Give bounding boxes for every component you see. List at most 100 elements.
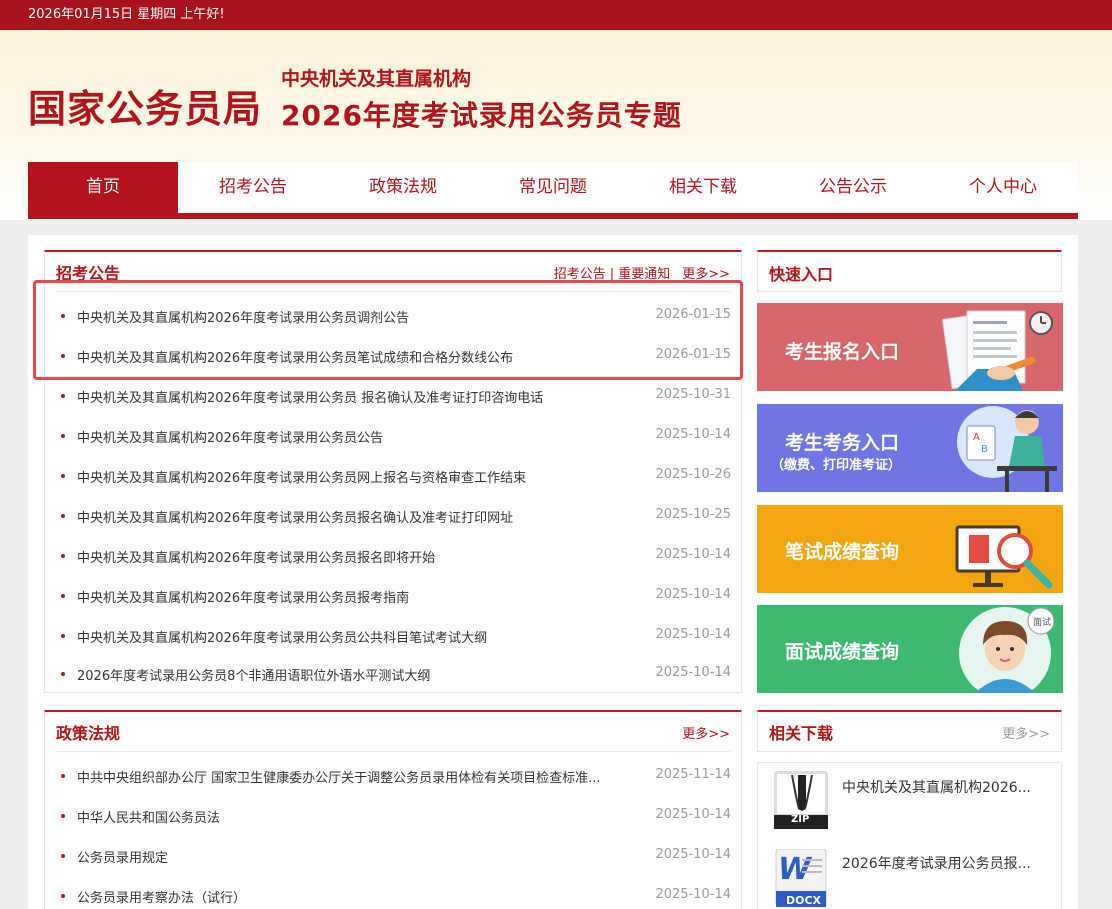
item-title[interactable]: 中央机关及其直属机构2026年度考试录用公务员网上报名与资格审查工作结束 [77,467,526,486]
header-subtitle-org: 中央机关及其直属机构 [281,68,472,90]
bullet-icon [61,894,65,898]
item-title[interactable]: 中央机关及其直属机构2026年度考试录用公务员调剂公告 [77,307,409,326]
bullet-icon [61,314,65,318]
list-item[interactable]: 中共中央组织部办公厅 国家卫生健康委办公厅关于调整公务员录用体检有关项目检查标准… [45,756,741,796]
notices-panel: 招考公告 招考公告 | 重要通知 更多>> 中央机关及其直属机构2026年度考试录用公… [44,250,742,693]
bullet-icon [61,474,65,478]
date-greeting: 2026年01月15日 星期四 上午好! [28,7,225,22]
bullet-icon [61,634,65,638]
policy-title: 政策法规 [56,724,121,743]
svg-text:B: B [981,444,988,455]
list-item[interactable]: 公务员录用考察办法（试行） 2025-10-14 [45,876,741,909]
download-name[interactable]: 2026年度考试录用公务员报... [842,853,1031,873]
bullet-icon [61,394,65,398]
item-title[interactable]: 2026年度考试录用公务员8个非通用语职位外语水平测试大纲 [77,665,430,684]
download-name[interactable]: 中央机关及其直属机构2026... [842,777,1031,797]
bullet-icon [61,814,65,818]
item-date: 2025-10-14 [655,547,731,562]
list-item[interactable]: 中华人民共和国公务员法 2025-10-14 [45,796,741,836]
policy-panel: 政策法规 更多>> 中共中央组织部办公厅 国家卫生健康委办公厅关于调整公务员录用… [44,710,742,909]
file-type-badge: DOCX [786,894,822,907]
banner-sublabel: （缴费、打印准考证） [771,458,902,473]
item-title[interactable]: 公务员录用规定 [77,847,168,866]
bullet-icon [61,854,65,858]
bullet-icon [61,554,65,558]
bullet-icon [61,594,65,598]
item-title[interactable]: 中央机关及其直属机构2026年度考试录用公务员报名即将开始 [77,547,435,566]
quick-entry-title: 快速入口 [769,265,834,284]
notices-header: 招考公告 招考公告 | 重要通知 更多>> [45,252,741,292]
item-title[interactable]: 中央机关及其直属机构2026年度考试录用公务员笔试成绩和合格分数线公布 [77,347,513,366]
notices-header-links: 招考公告 | 重要通知 更多>> [554,263,730,282]
item-date: 2025-10-14 [655,427,731,442]
list-item[interactable]: 2026年度考试录用公务员8个非通用语职位外语水平测试大纲 2025-10-14 [45,654,741,694]
student-at-desk-icon: A B [957,406,1057,492]
item-title[interactable]: 中央机关及其直属机构2026年度考试录用公务员公共科目笔试考试大纲 [77,627,487,646]
link-separator: | [609,267,615,282]
item-title[interactable]: 中央机关及其直属机构2026年度考试录用公务员 报名确认及准考证打印咨询电话 [77,387,543,406]
policy-more-link[interactable]: 更多>> [682,727,730,742]
banner-label: 面试成绩查询 [785,641,900,663]
list-item[interactable]: 中央机关及其直属机构2026年度考试录用公务员调剂公告 2026-01-15 [45,296,741,336]
header-divider [56,291,730,292]
exam-affairs-entry-banner[interactable]: 考生考务入口 （缴费、打印准考证） A B [757,404,1063,492]
item-date: 2025-10-31 [655,387,731,402]
list-item[interactable]: 公务员录用规定 2025-10-14 [45,836,741,876]
site-name: 国家公务员局 [28,87,263,131]
item-date: 2025-10-14 [655,887,731,902]
list-item[interactable]: 中央机关及其直属机构2026年度考试录用公务员报名即将开始 2025-10-14 [45,536,741,576]
item-date: 2025-10-14 [655,807,731,822]
nav-downloads[interactable]: 相关下载 [628,162,778,213]
svg-text:W: W [778,852,813,887]
interview-score-query-banner[interactable]: 面试成绩查询 面试 [757,605,1063,693]
registration-entry-banner[interactable]: 考生报名入口 [757,303,1063,391]
item-title[interactable]: 中共中央组织部办公厅 国家卫生健康委办公厅关于调整公务员录用体检有关项目检查标准… [77,767,601,786]
item-date: 2026-01-15 [655,347,731,362]
item-title[interactable]: 中央机关及其直属机构2026年度考试录用公务员报考指南 [77,587,409,606]
list-item[interactable]: 中央机关及其直属机构2026年度考试录用公务员 报名确认及准考证打印咨询电话 20… [45,376,741,416]
item-date: 2025-10-14 [655,665,731,680]
nav-personal-center[interactable]: 个人中心 [928,162,1078,213]
item-title[interactable]: 中央机关及其直属机构2026年度考试录用公务员公告 [77,427,383,446]
notices-more-link[interactable]: 更多>> [682,267,730,282]
nav-policies[interactable]: 政策法规 [328,162,478,213]
nav-recruitment-notices[interactable]: 招考公告 [178,162,328,213]
main-nav: 首页 招考公告 政策法规 常见问题 相关下载 公告公示 个人中心 [28,162,1078,219]
downloads-more-link[interactable]: 更多>> [1002,727,1050,742]
item-date: 2025-10-25 [655,507,731,522]
downloads-list: ZIP 中央机关及其直属机构2026... W DOCX 2026年度考试录用公… [757,762,1062,909]
bullet-icon [61,672,65,676]
download-item[interactable]: W DOCX 2026年度考试录用公务员报... [758,839,1061,909]
written-score-query-banner[interactable]: 笔试成绩查询 [757,505,1063,593]
nav-home[interactable]: 首页 [28,162,178,213]
banner-label: 考生考务入口 [785,432,900,454]
list-item[interactable]: 中央机关及其直属机构2026年度考试录用公务员网上报名与资格审查工作结束 2025… [45,456,741,496]
banner-label: 考生报名入口 [785,341,900,363]
download-item[interactable]: ZIP 中央机关及其直属机构2026... [758,763,1061,833]
item-title[interactable]: 公务员录用考察办法（试行） [77,887,246,906]
item-date: 2025-10-26 [655,467,731,482]
nav-public-notices[interactable]: 公告公示 [778,162,928,213]
score-board-icon [955,525,1053,589]
nav-faq[interactable]: 常见问题 [478,162,628,213]
list-item[interactable]: 中央机关及其直属机构2026年度考试录用公务员公共科目笔试考试大纲 2025-10… [45,616,741,656]
header-subtitle-topic: 2026年度考试录用公务员专题 [281,99,682,132]
list-item[interactable]: 中央机关及其直属机构2026年度考试录用公务员报考指南 2025-10-14 [45,576,741,616]
link-recruitment-notices[interactable]: 招考公告 [554,267,606,282]
list-item[interactable]: 中央机关及其直属机构2026年度考试录用公务员公告 2025-10-14 [45,416,741,456]
item-title[interactable]: 中央机关及其直属机构2026年度考试录用公务员报名确认及准考证打印网址 [77,507,513,526]
svg-text:面试: 面试 [1033,616,1051,628]
notices-title: 招考公告 [56,264,121,283]
list-item[interactable]: 中央机关及其直属机构2026年度考试录用公务员报名确认及准考证打印网址 2025-… [45,496,741,536]
banner-label: 笔试成绩查询 [785,541,900,563]
bullet-icon [61,354,65,358]
item-date: 2025-10-14 [655,627,731,642]
file-type-badge: ZIP [791,814,810,825]
header-divider [56,751,730,752]
policy-header: 政策法规 更多>> [45,712,741,752]
list-item[interactable]: 中央机关及其直属机构2026年度考试录用公务员笔试成绩和合格分数线公布 2026-… [45,336,741,376]
item-title[interactable]: 中华人民共和国公务员法 [77,807,220,826]
bullet-icon [61,514,65,518]
downloads-header-links: 更多>> [1002,723,1050,742]
link-important-notices[interactable]: 重要通知 [618,267,670,282]
